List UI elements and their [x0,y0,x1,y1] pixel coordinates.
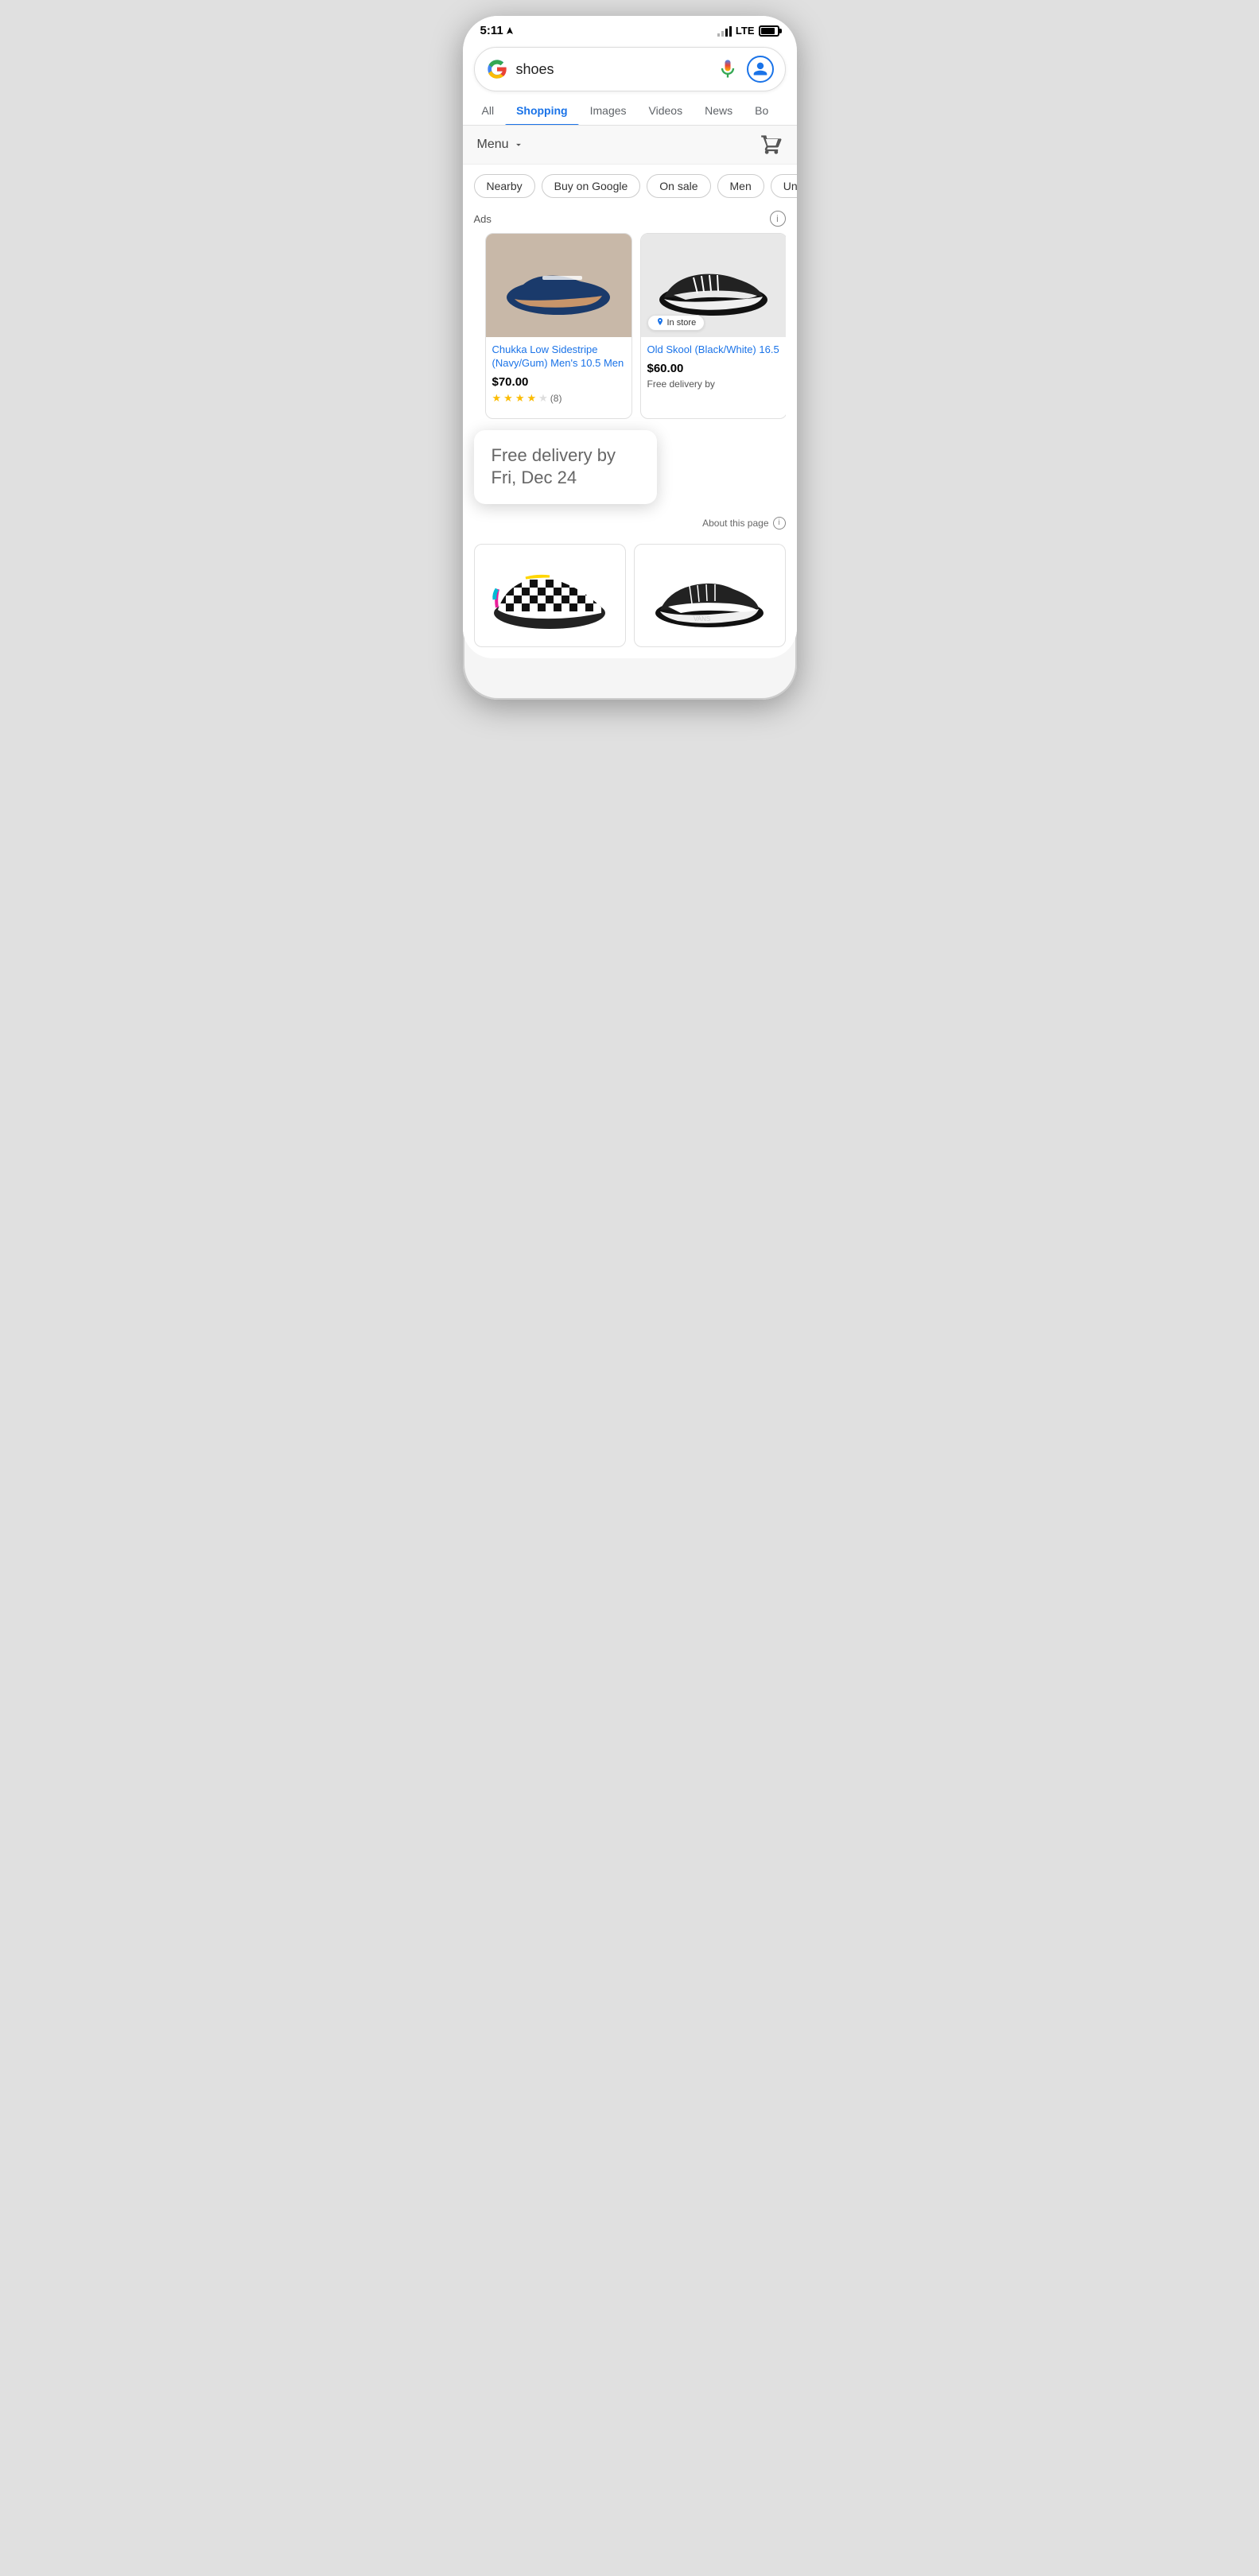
product-card-2[interactable]: In store Old Skool (Black/White) 16.5 $6… [640,233,786,419]
tab-all[interactable]: All [471,96,506,125]
menu-button[interactable]: Menu [477,138,524,152]
search-bar[interactable]: shoes [474,47,786,91]
star-1-2: ★ [503,392,513,405]
location-pin-icon [656,318,664,328]
status-icons: LTE [717,25,779,37]
tab-more[interactable]: Bo [744,96,779,125]
svg-text:VANS: VANS [694,615,710,623]
menu-label: Menu [477,138,509,152]
ads-label: Ads [474,213,492,225]
product-cards: Chukka Low Sidestripe (Navy/Gum) Men's 1… [474,233,786,430]
star-1-5: ★ [538,392,548,405]
filter-unisex[interactable]: Unise [771,174,797,198]
bottom-products: VANS [463,536,797,658]
product-image-2: In store [641,234,786,337]
about-page-label[interactable]: About this page [702,518,768,529]
product-title-1: Chukka Low Sidestripe (Navy/Gum) Men's 1… [492,343,625,370]
filter-buy-on-google[interactable]: Buy on Google [542,174,641,198]
product-price-2: $60.00 [647,362,780,375]
bottom-shoe-1 [486,556,613,635]
tooltip-text: Free delivery byFri, Dec 24 [492,445,616,488]
filter-men[interactable]: Men [717,174,764,198]
tooltip-overlay: Free delivery byFri, Dec 24 [474,430,657,504]
filter-chips: Nearby Buy on Google On sale Men Unise [463,165,797,206]
location-icon [506,27,514,35]
account-icon[interactable] [747,56,774,83]
tab-videos[interactable]: Videos [638,96,694,125]
product-card-1[interactable]: Chukka Low Sidestripe (Navy/Gum) Men's 1… [485,233,632,419]
filter-nearby[interactable]: Nearby [474,174,535,198]
menu-bar: Menu [463,126,797,165]
mic-icon[interactable] [717,58,739,80]
product-price-1: $70.00 [492,375,625,389]
bottom-shoe-2: VANS [646,556,773,635]
tab-images[interactable]: Images [579,96,638,125]
review-count-1: (8) [550,393,562,404]
star-1-3: ★ [515,392,525,405]
bottom-card-1[interactable] [474,544,626,647]
product-info-1: Chukka Low Sidestripe (Navy/Gum) Men's 1… [486,337,631,415]
product-image-1 [486,234,631,337]
time-display: 5:11 [480,24,503,37]
product-title-2: Old Skool (Black/White) 16.5 [647,343,780,357]
delivery-2: Free delivery by [647,378,780,390]
shoe-image-2 [650,246,777,325]
stars-1: ★ ★ ★ ★ ★ (8) [492,392,625,405]
ads-section: Ads i [463,206,797,430]
in-store-text: In store [667,318,697,328]
shoe-image-1 [499,246,618,325]
star-1-4: ★ [527,392,536,405]
filter-on-sale[interactable]: On sale [647,174,710,198]
google-logo [486,58,508,80]
chevron-down-icon [513,139,524,150]
ads-info-icon[interactable]: i [770,211,786,227]
cart-icon[interactable] [760,134,783,156]
status-bar: 5:11 LTE [463,16,797,41]
search-query[interactable]: shoes [516,61,709,78]
phone-frame: 5:11 LTE [463,16,797,700]
signal-bars [717,25,732,37]
tab-shopping[interactable]: Shopping [505,96,579,125]
in-store-badge: In store [647,315,705,331]
search-tabs: All Shopping Images Videos News Bo [463,96,797,126]
about-page-bar: About this page i [463,510,797,536]
product-info-2: Old Skool (Black/White) 16.5 $60.00 Free… [641,337,786,398]
screen: 5:11 LTE [463,16,797,658]
tab-news[interactable]: News [694,96,744,125]
battery-icon [759,25,779,37]
status-time: 5:11 [480,24,514,37]
person-icon [752,61,768,77]
lte-label: LTE [736,25,755,37]
about-page-info-icon[interactable]: i [773,517,786,530]
ads-header: Ads i [474,206,786,233]
star-1-1: ★ [492,392,502,405]
bottom-card-2[interactable]: VANS [634,544,786,647]
